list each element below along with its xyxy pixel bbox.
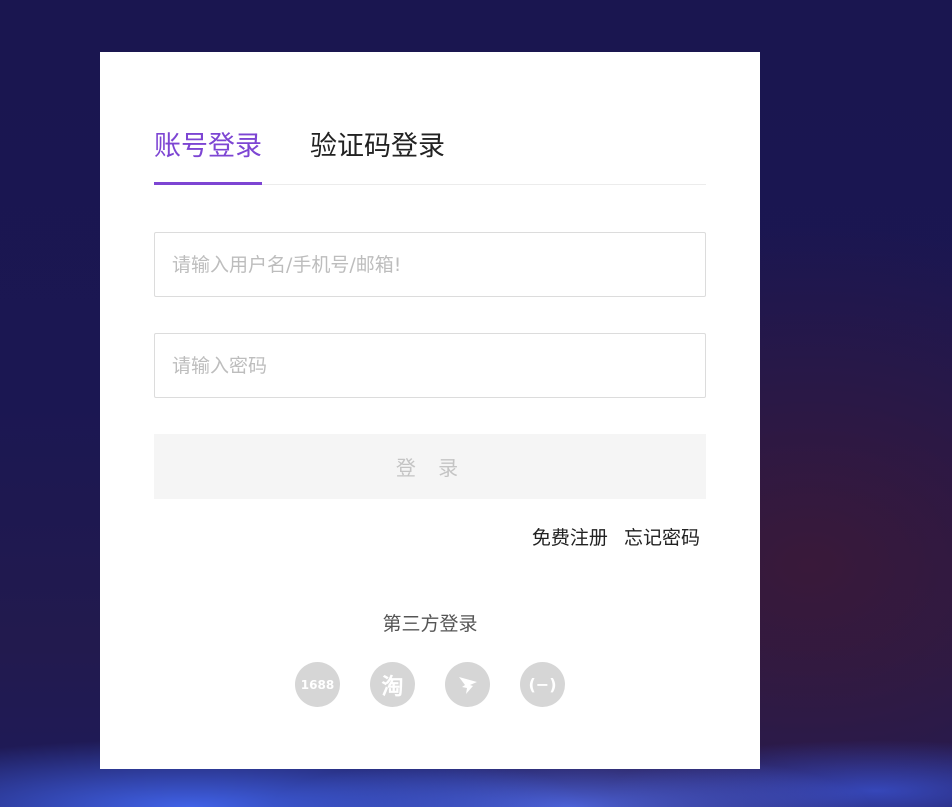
username-input[interactable] [155,233,705,296]
username-field [154,232,706,297]
dingtalk-icon[interactable] [445,662,490,707]
taobao-icon[interactable]: 淘 [370,662,415,707]
tab-sms-login[interactable]: 验证码登录 [310,126,450,184]
account-links: 免费注册 忘记密码 [522,523,700,550]
tab-account-login[interactable]: 账号登录 [154,126,262,185]
third-party-login-icons: 1688 淘 (−) [295,662,565,708]
password-input[interactable] [155,334,705,397]
login-button[interactable]: 登 录 [154,434,706,499]
password-field [154,333,706,398]
register-link[interactable]: 免费注册 [532,527,608,549]
dingtalk-glyph [458,676,477,694]
forgot-password-link[interactable]: 忘记密码 [624,527,700,549]
login-tabs: 账号登录 验证码登录 [154,126,706,185]
1688-icon[interactable]: 1688 [295,662,340,707]
third-party-login-title: 第三方登录 [382,613,478,635]
login-card: 账号登录 验证码登录 登 录 免费注册 忘记密码 第三方登录 1688 淘 (−… [100,52,760,769]
alibaba-icon[interactable]: (−) [520,662,565,707]
